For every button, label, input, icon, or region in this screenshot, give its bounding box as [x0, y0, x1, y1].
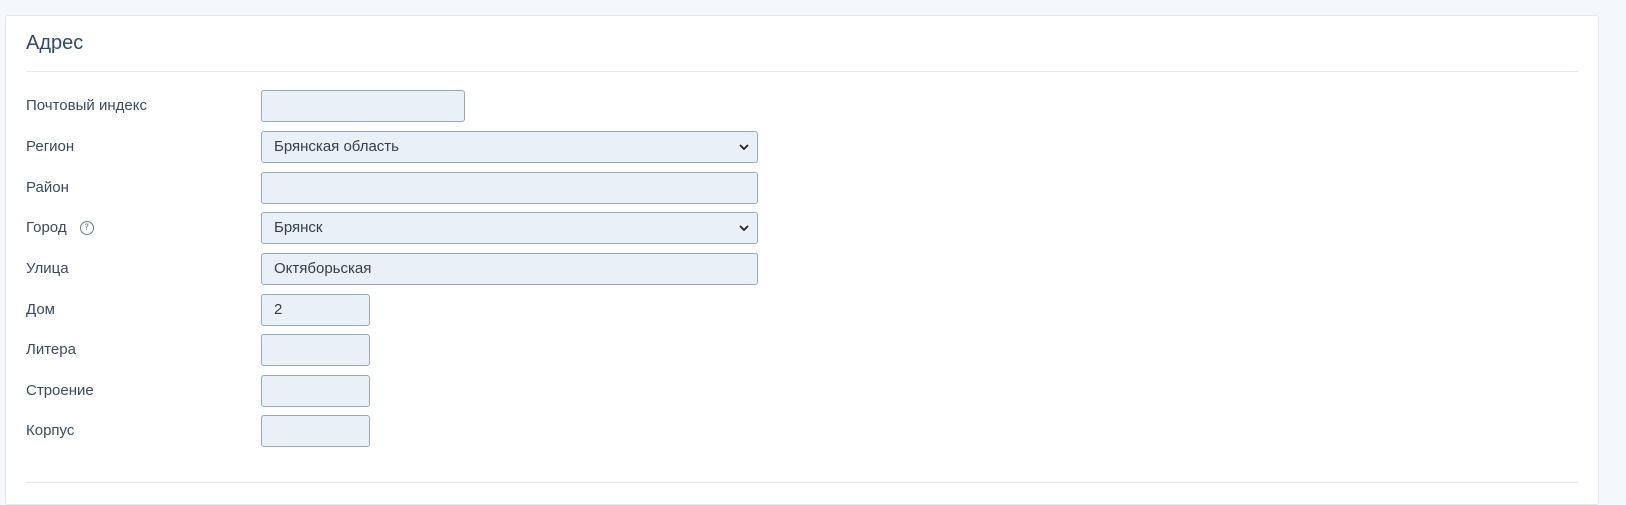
city-select[interactable]: Брянск — [261, 212, 758, 244]
letter-label: Литера — [26, 341, 76, 358]
block-label: Корпус — [26, 422, 75, 439]
block-input[interactable] — [261, 415, 370, 447]
city-label: Город ? — [26, 219, 94, 236]
question-circle-icon[interactable]: ? — [79, 220, 94, 235]
district-input[interactable] — [261, 172, 758, 204]
divider-bottom — [26, 482, 1578, 483]
city-selected-value: Брянск — [274, 219, 323, 236]
address-panel: Адрес Почтовый индекс Регион Брянская об… — [5, 15, 1599, 505]
building-label: Строение — [26, 382, 94, 399]
postal-code-input[interactable] — [261, 90, 465, 122]
region-label: Регион — [26, 138, 75, 155]
building-input[interactable] — [261, 375, 370, 407]
divider-top — [26, 71, 1578, 72]
chevron-down-icon — [739, 144, 749, 151]
region-select[interactable]: Брянская область — [261, 131, 758, 163]
district-label: Район — [26, 179, 69, 196]
letter-input[interactable] — [261, 334, 370, 366]
street-input[interactable]: Октяборьская — [261, 253, 758, 285]
chevron-down-icon — [739, 225, 749, 232]
house-input[interactable]: 2 — [261, 294, 370, 326]
postal-code-label: Почтовый индекс — [26, 97, 147, 114]
section-title: Адрес — [26, 32, 84, 54]
street-label: Улица — [26, 260, 69, 277]
region-selected-value: Брянская область — [274, 138, 399, 155]
house-label: Дом — [26, 301, 55, 318]
